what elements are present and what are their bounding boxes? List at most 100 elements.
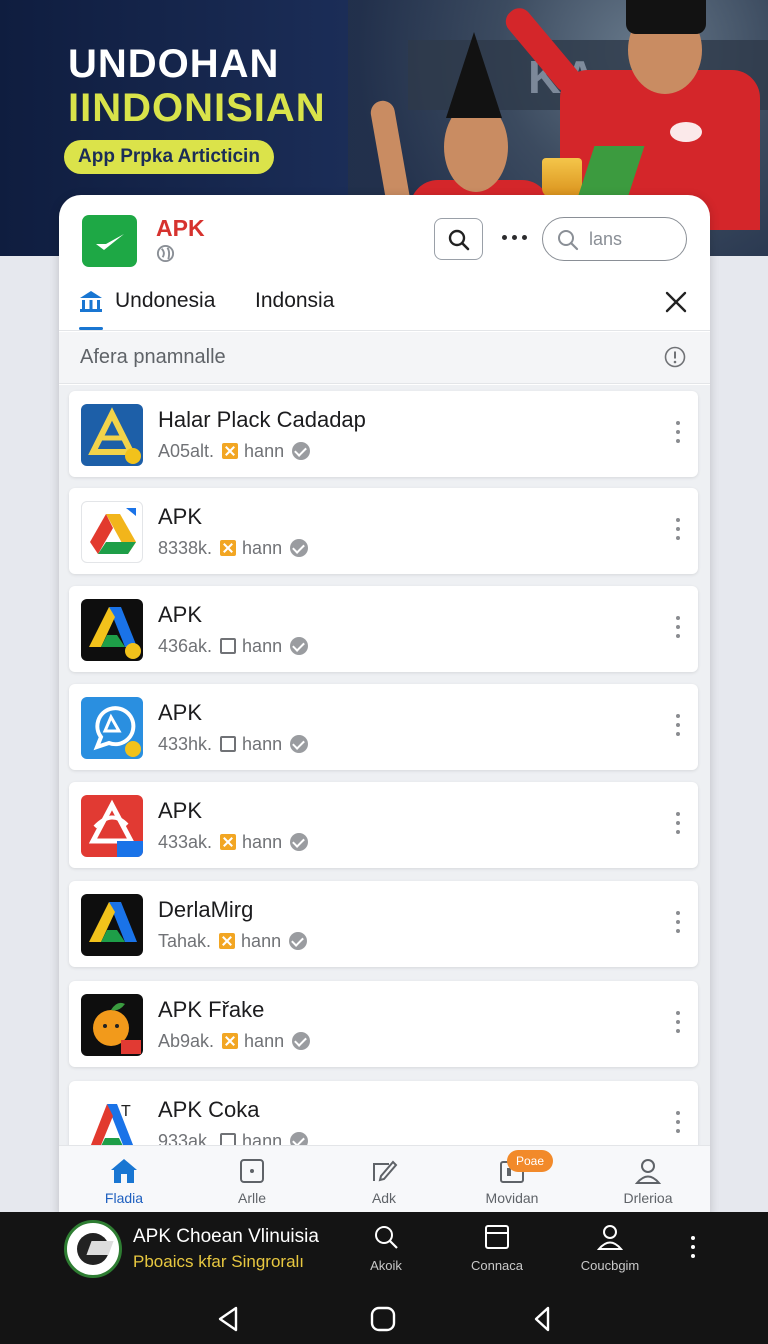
media-search-button[interactable]: Akoik	[336, 1220, 436, 1280]
bottom-tab-fladia[interactable]: Fladia	[59, 1146, 189, 1215]
search-field[interactable]	[542, 217, 687, 261]
card-header: APK	[59, 195, 710, 275]
person-icon	[597, 1225, 623, 1250]
app-meta: 933ak. hann	[158, 1130, 309, 1146]
tag-icon	[220, 540, 237, 556]
app-title: APK	[158, 700, 203, 725]
app-title: Halar Plack Cadadap	[158, 407, 366, 432]
checkbox-icon	[220, 1133, 237, 1145]
bottom-tab-movidan[interactable]: Poae Movidan	[447, 1146, 577, 1215]
app-title: APK Fřake	[158, 997, 265, 1022]
app-size: 8338k.	[158, 537, 213, 558]
list-item[interactable]: T APK Coka 933ak. hann	[69, 1081, 698, 1145]
list-item[interactable]: APK 436ak. hann	[69, 586, 698, 672]
triangle-icon	[81, 404, 143, 466]
search-button[interactable]	[434, 218, 483, 260]
verified-icon	[289, 932, 308, 950]
list-item[interactable]: Halar Plack Cadadap A05alt. hann	[69, 391, 698, 477]
info-icon[interactable]	[664, 346, 686, 368]
home-icon	[111, 1159, 137, 1183]
app-size: 933ak.	[158, 1130, 213, 1146]
bottom-tab-label: Drlerioa	[623, 1190, 673, 1206]
close-icon[interactable]	[663, 289, 689, 315]
app-author: hann	[241, 930, 282, 951]
row-menu-icon[interactable]	[673, 712, 683, 738]
app-meta: 433hk. hann	[158, 733, 309, 755]
media-window-button[interactable]: Connaca	[447, 1220, 547, 1280]
app-meta: 436ak. hann	[158, 635, 309, 657]
hero-pill-button[interactable]: App Prpka Articticin	[64, 140, 274, 174]
tab-indonsia[interactable]: Indonsia	[255, 289, 334, 313]
media-button-label: Coucbgim	[580, 1258, 640, 1273]
media-button-label: Connaca	[470, 1258, 524, 1273]
badge: Poae	[507, 1150, 554, 1172]
app-size: Tahak.	[158, 930, 212, 951]
row-menu-icon[interactable]	[673, 909, 683, 935]
bottom-tab-label: Adk	[371, 1190, 397, 1206]
tag-icon	[219, 933, 236, 949]
row-menu-icon[interactable]	[673, 614, 683, 640]
verified-icon	[290, 735, 309, 753]
bottom-tab-label: Fladia	[104, 1190, 144, 1206]
hero-title-line2: IINDONISIAN	[68, 86, 326, 130]
edit-icon	[373, 1160, 398, 1182]
list-item[interactable]: APK 8338k. hann	[69, 488, 698, 574]
back-icon[interactable]	[214, 1304, 244, 1334]
drive-icon	[81, 501, 143, 563]
app-size: 436ak.	[158, 635, 213, 656]
list-item[interactable]: APK Fřake Ab9ak. hann	[69, 981, 698, 1067]
app-size: 433ak.	[158, 831, 213, 852]
app-logo[interactable]	[82, 215, 137, 267]
bottom-tab-arlle[interactable]: Arlle	[187, 1146, 317, 1215]
svg-text:T: T	[121, 1103, 131, 1120]
search-input[interactable]	[589, 226, 679, 252]
checkmark-icon	[96, 234, 124, 250]
section-header: Afera pnamnalle	[59, 332, 710, 384]
row-menu-icon[interactable]	[673, 516, 683, 542]
bottom-tab-label: Arlle	[237, 1190, 266, 1206]
channel-logo[interactable]	[64, 1220, 122, 1278]
drive-dark-icon	[81, 894, 143, 956]
row-menu-icon[interactable]	[673, 1009, 683, 1035]
bottom-tab-drlerioa[interactable]: Drlerioa	[583, 1146, 710, 1215]
list-item[interactable]: APK 433ak. hann	[69, 782, 698, 868]
home-nav-icon[interactable]	[368, 1304, 398, 1334]
media-more-icon[interactable]	[688, 1234, 698, 1260]
app-author: hann	[242, 831, 283, 852]
list-item[interactable]: DerlaMirg Tahak. hann	[69, 881, 698, 967]
app-title: APK	[158, 504, 203, 529]
app-size: 433hk.	[158, 733, 213, 754]
app-author: hann	[244, 1030, 285, 1051]
verified-icon	[290, 1132, 309, 1145]
active-tab-indicator	[79, 327, 103, 330]
row-menu-icon[interactable]	[673, 1109, 683, 1135]
row-menu-icon[interactable]	[673, 419, 683, 445]
drive-text-icon: T	[81, 1094, 143, 1145]
dice-icon	[240, 1159, 264, 1183]
recents-icon[interactable]	[528, 1304, 558, 1334]
bottom-tab-label: Movidan	[485, 1190, 539, 1206]
bank-icon	[80, 291, 102, 312]
list-item[interactable]: APK 433hk. hann	[69, 684, 698, 770]
bottom-tab-adk[interactable]: Adk	[319, 1146, 449, 1215]
red-a-icon	[81, 795, 143, 857]
app-author: hann	[242, 537, 283, 558]
app-meta: 8338k. hann	[158, 537, 309, 559]
verified-icon	[290, 539, 309, 557]
tab-bar: Undonesia Indonsia	[59, 277, 710, 331]
app-author: hann	[244, 440, 285, 461]
app-size: A05alt.	[158, 440, 215, 461]
media-button-label: Akoik	[370, 1258, 402, 1273]
tag-icon	[222, 443, 239, 459]
more-options-button[interactable]	[500, 221, 530, 255]
row-menu-icon[interactable]	[673, 810, 683, 836]
tag-icon	[220, 834, 237, 850]
verified-icon	[292, 442, 311, 460]
search-icon	[558, 230, 579, 251]
checkbox-icon	[220, 638, 237, 654]
verified-icon	[290, 637, 309, 655]
media-account-button[interactable]: Coucbgim	[560, 1220, 660, 1280]
media-subtitle: Pboaics kfar Singroralı	[133, 1252, 305, 1271]
tag-icon	[222, 1033, 239, 1049]
media-title[interactable]: APK Choean Vlinuisia	[133, 1226, 319, 1248]
